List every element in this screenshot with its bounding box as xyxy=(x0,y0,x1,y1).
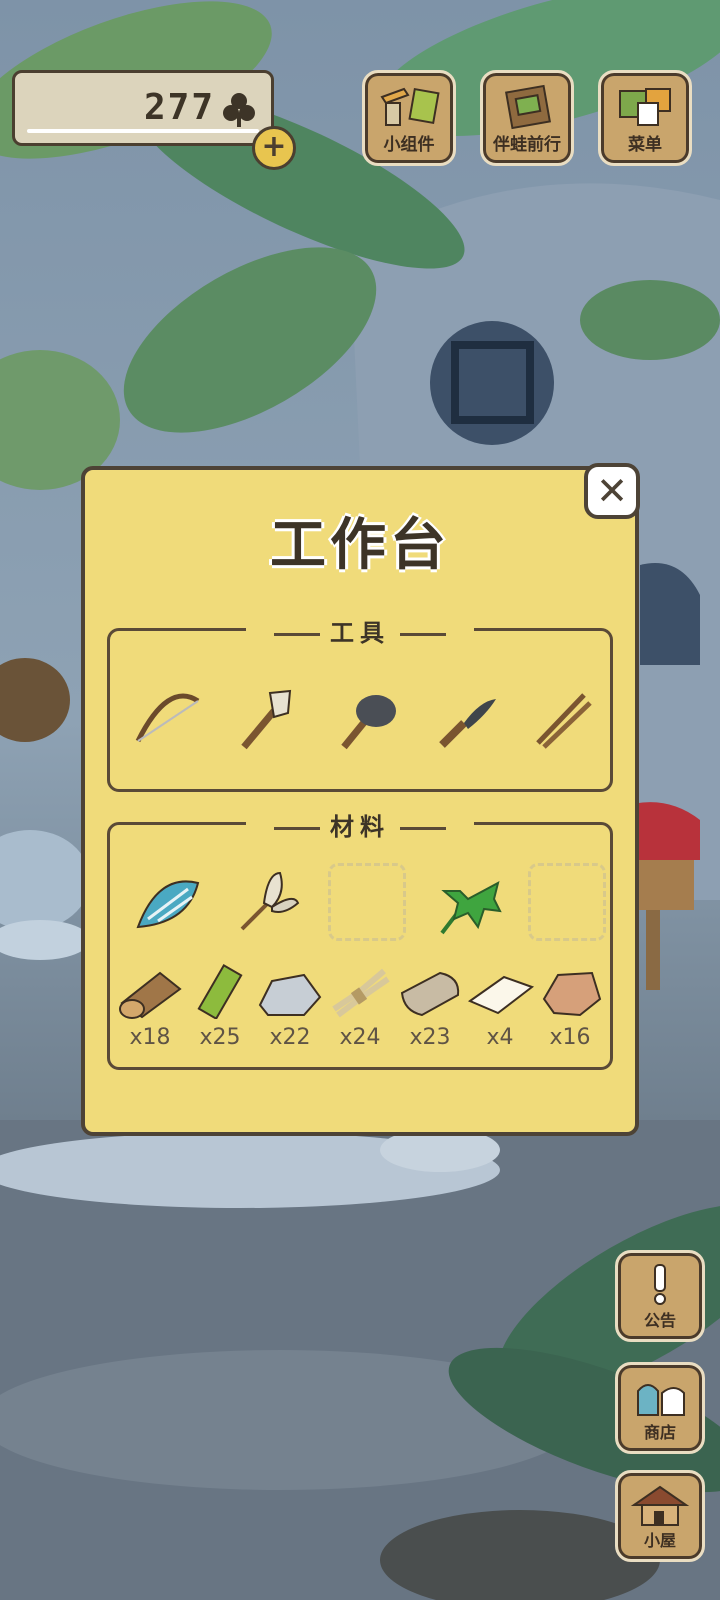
shell-icon[interactable] xyxy=(128,863,206,941)
add-clover-button[interactable]: + xyxy=(252,126,296,170)
cloth-resource[interactable]: x23 xyxy=(394,963,466,1058)
close-button[interactable]: ✕ xyxy=(584,463,640,519)
menu-icon xyxy=(619,88,671,126)
dialog-title: 工作台 xyxy=(270,513,450,578)
knife-icon[interactable] xyxy=(424,681,504,761)
cloth-roll-icon xyxy=(400,971,460,1017)
wood-log-icon xyxy=(119,971,182,1019)
resource-count: x4 xyxy=(486,1025,514,1050)
clover-counter: 277 xyxy=(12,70,274,146)
menu-button[interactable]: 菜单 xyxy=(598,70,692,166)
tools-title: 工具 xyxy=(246,613,474,648)
materials-title: 材料 xyxy=(246,807,474,842)
palm-leaf-icon[interactable] xyxy=(428,863,506,941)
clover-bar xyxy=(27,129,259,133)
close-icon: ✕ xyxy=(596,469,628,513)
brush-icon[interactable] xyxy=(226,681,306,761)
leather-resource[interactable]: x16 xyxy=(534,963,606,1058)
resource-count: x25 xyxy=(199,1025,241,1050)
paper-resource[interactable]: x4 xyxy=(464,963,536,1058)
travel-book-icon xyxy=(505,84,551,130)
widgets-button[interactable]: 小组件 xyxy=(362,70,456,166)
fiber-bundle-icon xyxy=(332,968,390,1018)
travel-button[interactable]: 伴蛙前行 xyxy=(480,70,574,166)
travel-label: 伴蛙前行 xyxy=(493,135,561,155)
clover-count: 277 xyxy=(143,87,215,128)
resource-count: x22 xyxy=(269,1025,311,1050)
bamboo-resource[interactable]: x25 xyxy=(184,963,256,1058)
notice-button[interactable]: 公告 xyxy=(615,1250,705,1342)
widgets-label: 小组件 xyxy=(383,135,435,155)
paper-icon xyxy=(467,975,535,1015)
feather-bundle-icon[interactable] xyxy=(228,863,306,941)
resource-count: x18 xyxy=(129,1025,171,1050)
house-label: 小屋 xyxy=(643,1531,676,1550)
workbench-dialog: 工作台 工具 材料 x18 x25 x22 x24 x23 x4 x16 xyxy=(81,466,639,1136)
house-icon xyxy=(630,1485,690,1526)
materials-panel: 材料 x18 x25 x22 x24 x23 x4 x16 xyxy=(107,807,613,1070)
menu-label: 菜单 xyxy=(628,135,662,155)
resource-count: x16 xyxy=(549,1025,591,1050)
resource-count: x24 xyxy=(339,1025,381,1050)
fiber-resource[interactable]: x24 xyxy=(324,963,396,1058)
notice-label: 公告 xyxy=(643,1311,676,1330)
clover-icon xyxy=(223,93,255,127)
house-button[interactable]: 小屋 xyxy=(615,1470,705,1562)
empty-slot[interactable] xyxy=(328,863,406,941)
empty-slot[interactable] xyxy=(528,863,606,941)
bow-icon[interactable] xyxy=(128,681,208,761)
stone-icon xyxy=(258,973,322,1016)
sticks-icon[interactable] xyxy=(522,681,602,761)
stone-resource[interactable]: x22 xyxy=(254,963,326,1058)
shop-label: 商店 xyxy=(643,1423,676,1442)
stone-hammer-icon[interactable] xyxy=(326,681,406,761)
bamboo-icon xyxy=(197,963,243,1019)
resource-count: x23 xyxy=(409,1025,451,1050)
exclamation-icon xyxy=(654,1264,666,1305)
wood-log-resource[interactable]: x18 xyxy=(114,963,186,1058)
shop-bag-icon xyxy=(637,1384,685,1416)
leather-icon xyxy=(542,971,602,1017)
widgets-icon xyxy=(380,87,440,126)
shop-button[interactable]: 商店 xyxy=(615,1362,705,1454)
tools-panel: 工具 xyxy=(107,613,613,792)
